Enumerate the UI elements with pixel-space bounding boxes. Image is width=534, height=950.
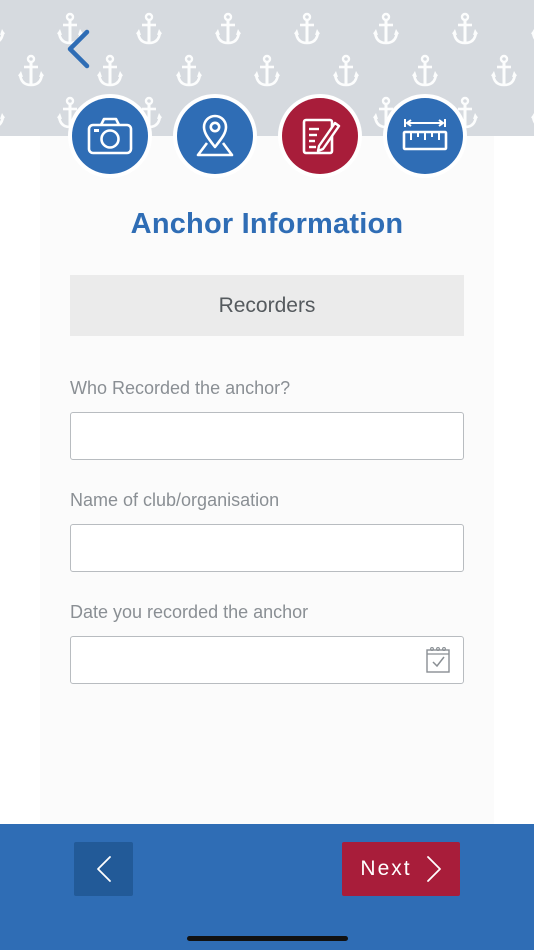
recorded-by-field <box>70 412 464 460</box>
date-label: Date you recorded the anchor <box>70 602 309 622</box>
next-button-label: Next <box>360 857 412 880</box>
step-disc <box>387 98 463 174</box>
chevron-left-icon <box>67 29 90 69</box>
step-photos[interactable] <box>68 94 152 178</box>
page-title: Anchor Information <box>130 208 404 240</box>
chevron-left-icon <box>96 856 111 882</box>
previous-button[interactable] <box>74 842 133 896</box>
club-label: Name of club/organisation <box>70 490 280 510</box>
date-input[interactable] <box>71 637 435 683</box>
recorded-by-input[interactable] <box>71 413 435 459</box>
step-disc-active <box>282 98 358 174</box>
calendar-check-icon[interactable] <box>425 646 451 674</box>
footer-bar: Next <box>0 824 534 950</box>
step-disc <box>72 98 148 174</box>
club-field <box>70 524 464 572</box>
club-input[interactable] <box>71 525 435 571</box>
ruler-icon <box>402 119 448 151</box>
edit-form-icon <box>302 118 341 155</box>
date-field <box>70 636 464 684</box>
section-title: Recorders <box>218 293 316 317</box>
home-indicator[interactable] <box>187 936 348 941</box>
next-button[interactable]: Next <box>342 842 460 896</box>
section-header: Recorders <box>70 275 464 336</box>
step-information[interactable] <box>278 94 362 178</box>
camera-icon <box>87 117 133 155</box>
step-measurements[interactable] <box>383 94 467 178</box>
recorded-by-label: Who Recorded the anchor? <box>70 378 291 398</box>
chevron-right-icon <box>426 856 441 882</box>
map-pin-icon <box>196 114 234 157</box>
back-button[interactable] <box>58 26 98 72</box>
step-disc <box>177 98 253 174</box>
step-location[interactable] <box>173 94 257 178</box>
